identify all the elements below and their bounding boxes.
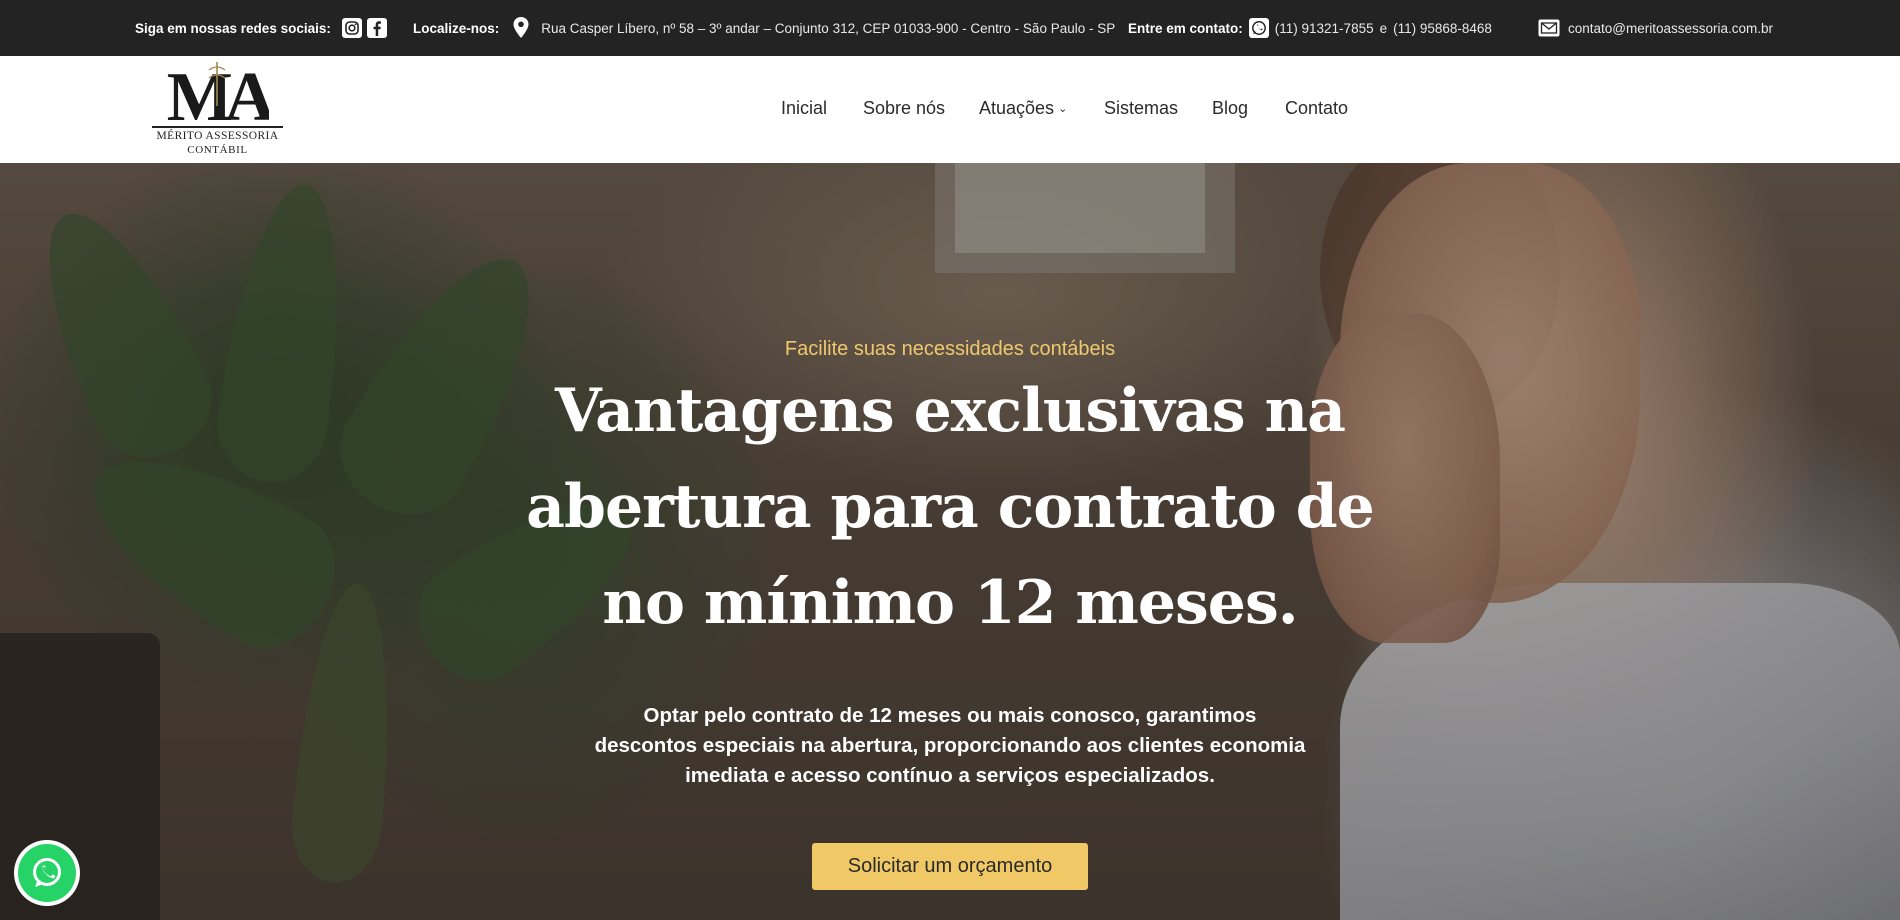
social-label: Siga em nossas redes sociais: [135,20,331,36]
location-label: Localize-nos: [413,20,500,36]
nav-contato[interactable]: Contato [1285,98,1348,119]
top-bar: Siga em nossas redes sociais: Localize-n… [0,0,1900,56]
hero-description: Optar pelo contrato de 12 meses ou mais … [594,704,1306,787]
hero-subtitle: Facilite suas necessidades contábeis [784,338,1116,360]
nav-sobre-nos[interactable]: Sobre nós [863,98,945,119]
main-header: MA MÉRITO ASSESSORIA CONTÁBIL Inicial So… [0,56,1900,163]
nav-inicial[interactable]: Inicial [781,98,827,119]
contact-label: Entre em contato: [1128,20,1243,36]
nav-atuacoes-label: Atuações [979,98,1055,118]
email-group: contato@meritoassessoria.com.br [1538,0,1773,56]
hero-section: Facilite suas necessidades contábeis Van… [0,163,1900,920]
whatsapp-float-button[interactable] [14,840,80,906]
address-text: Rua Casper Líbero, nº 58 – 3º andar – Co… [541,20,1116,36]
contact-group: Entre em contato: (11) 91321-7855 e (11)… [1128,0,1492,56]
nav-atuacoes[interactable]: Atuações ⌄ [979,98,1067,119]
nav-sistemas[interactable]: Sistemas [1104,98,1178,119]
whatsapp-icon [18,844,76,902]
social-group: Siga em nossas redes sociais: [135,0,387,56]
phone-1[interactable]: (11) 91321-7855 [1275,21,1374,36]
phone-separator: e [1379,20,1388,36]
nav-blog[interactable]: Blog [1212,98,1248,119]
whatsapp-icon [1248,18,1269,38]
chevron-down-icon: ⌄ [1058,103,1068,115]
location-group: Localize-nos: Rua Casper Líbero, nº 58 –… [413,0,1115,56]
mail-icon [1538,19,1560,37]
phone-2[interactable]: (11) 95868-8468 [1393,21,1492,36]
main-nav: Inicial Sobre nós Atuações ⌄ Sistemas Blo… [0,56,1900,163]
hero-title: Vantagens exclusivas na abertura para co… [526,376,1375,638]
facebook-icon[interactable] [366,18,387,38]
request-quote-button[interactable]: Solicitar um orçamento [812,843,1088,890]
location-pin-icon [513,17,529,38]
email-link[interactable]: contato@meritoassessoria.com.br [1568,21,1773,36]
instagram-icon[interactable] [341,18,362,38]
